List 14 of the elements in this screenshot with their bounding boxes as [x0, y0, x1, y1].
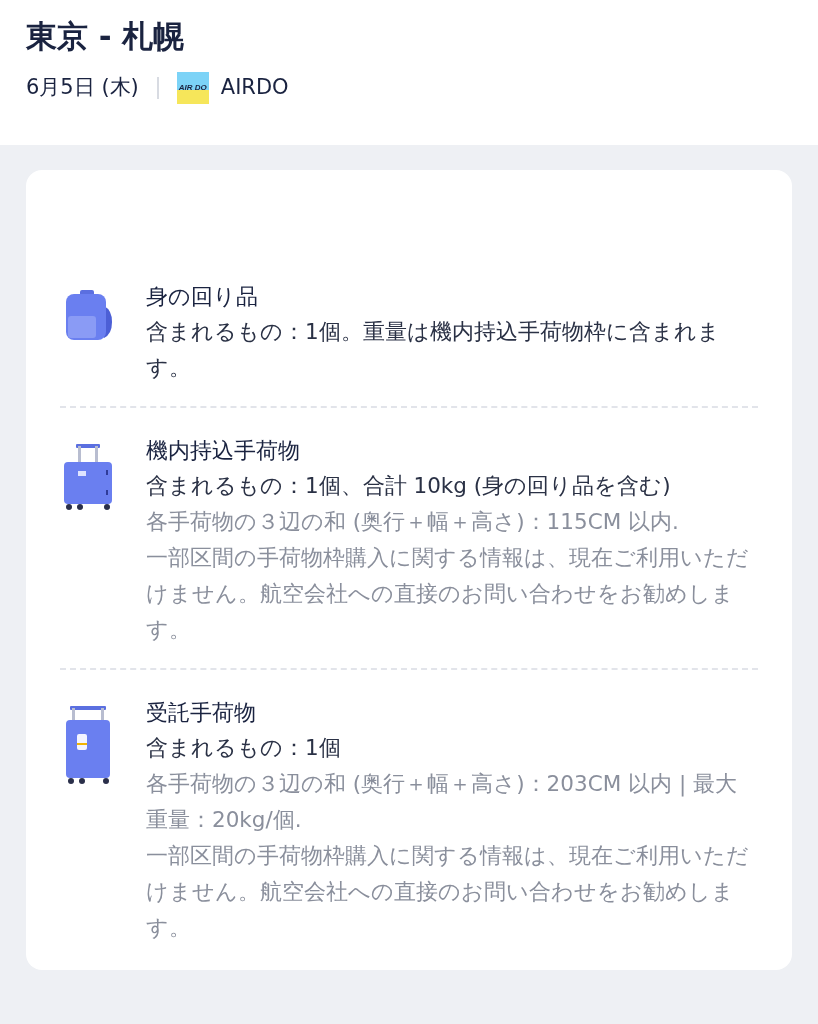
note-text: 各手荷物の３辺の和 (奥行＋幅＋高さ)：115CM 以内.	[146, 508, 680, 536]
flight-date: 6月5日 (木)	[26, 74, 139, 102]
airline-logo: AIR DO	[176, 72, 209, 104]
note-text: 一部区間の手荷物枠購入に関する情報は、現在ご利用いただけません。航空会社への直接のお問い合わせをお勧めします。	[146, 544, 750, 644]
airline-name: AIRDO	[220, 74, 289, 102]
note-text: 各手荷物の３辺の和 (奥行＋幅＋高さ)：203CM 以内 | 最大重量：20kg/個.	[146, 770, 738, 834]
included-text: 含まれるもの：1個。重量は機内持込手荷物枠に含まれます。	[146, 318, 721, 382]
included-text: 含まれるもの：1個、合計 10kg (身の回り品を含む)	[146, 472, 672, 500]
included-text: 含まれるもの：1個	[146, 734, 342, 762]
baggage-title: 機内持込手荷物	[146, 437, 301, 465]
note-text: 一部区間の手荷物枠購入に関する情報は、現在ご利用いただけません。航空会社への直接のお問い合わせをお勧めします。	[146, 842, 750, 942]
baggage-title: 身の回り品	[146, 283, 259, 311]
baggage-title: 受託手荷物	[146, 699, 257, 727]
route-title: 東京 - 札幌	[26, 17, 186, 56]
